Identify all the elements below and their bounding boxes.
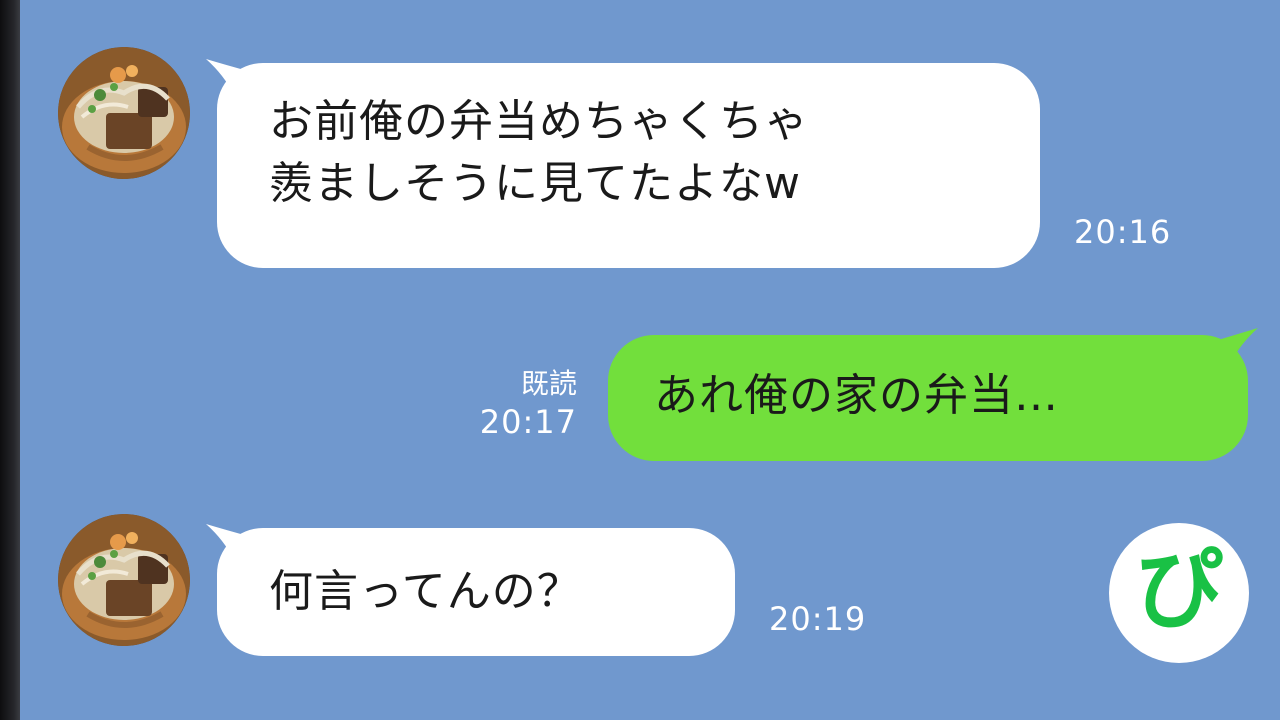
avatar[interactable]: [58, 47, 190, 179]
message-timestamp: 20:19: [769, 600, 867, 638]
phone-bezel: [0, 0, 20, 720]
channel-logo: ぴ: [1109, 523, 1249, 663]
message-timestamp: 20:17: [479, 403, 577, 441]
message-timestamp: 20:16: [1074, 213, 1172, 251]
avatar[interactable]: [58, 514, 190, 646]
bubble-tail: [206, 524, 248, 560]
bubble-tail: [206, 59, 248, 95]
bubble-tail: [1218, 328, 1258, 364]
chat-screen: お前俺の弁当めちゃくちゃ 羨ましそうに見てたよなw 20:16 既読 20:17…: [0, 0, 1280, 720]
read-receipt: 既読 20:17: [447, 366, 577, 442]
logo-glyph: ぴ: [1134, 538, 1223, 641]
incoming-message-bubble[interactable]: 何言ってんの？: [217, 528, 735, 656]
outgoing-message-bubble[interactable]: あれ俺の家の弁当…: [608, 335, 1248, 461]
food-photo-icon: [58, 47, 190, 179]
read-status: 既読: [520, 367, 577, 400]
message-line: お前俺の弁当めちゃくちゃ: [269, 96, 809, 147]
message-line: あれ俺の家の弁当…: [654, 370, 1059, 421]
food-photo-icon: [58, 514, 190, 646]
incoming-message-bubble[interactable]: お前俺の弁当めちゃくちゃ 羨ましそうに見てたよなw: [217, 63, 1040, 268]
message-line: 羨ましそうに見てたよなw: [269, 158, 801, 209]
message-line: 何言ってんの？: [269, 566, 582, 617]
